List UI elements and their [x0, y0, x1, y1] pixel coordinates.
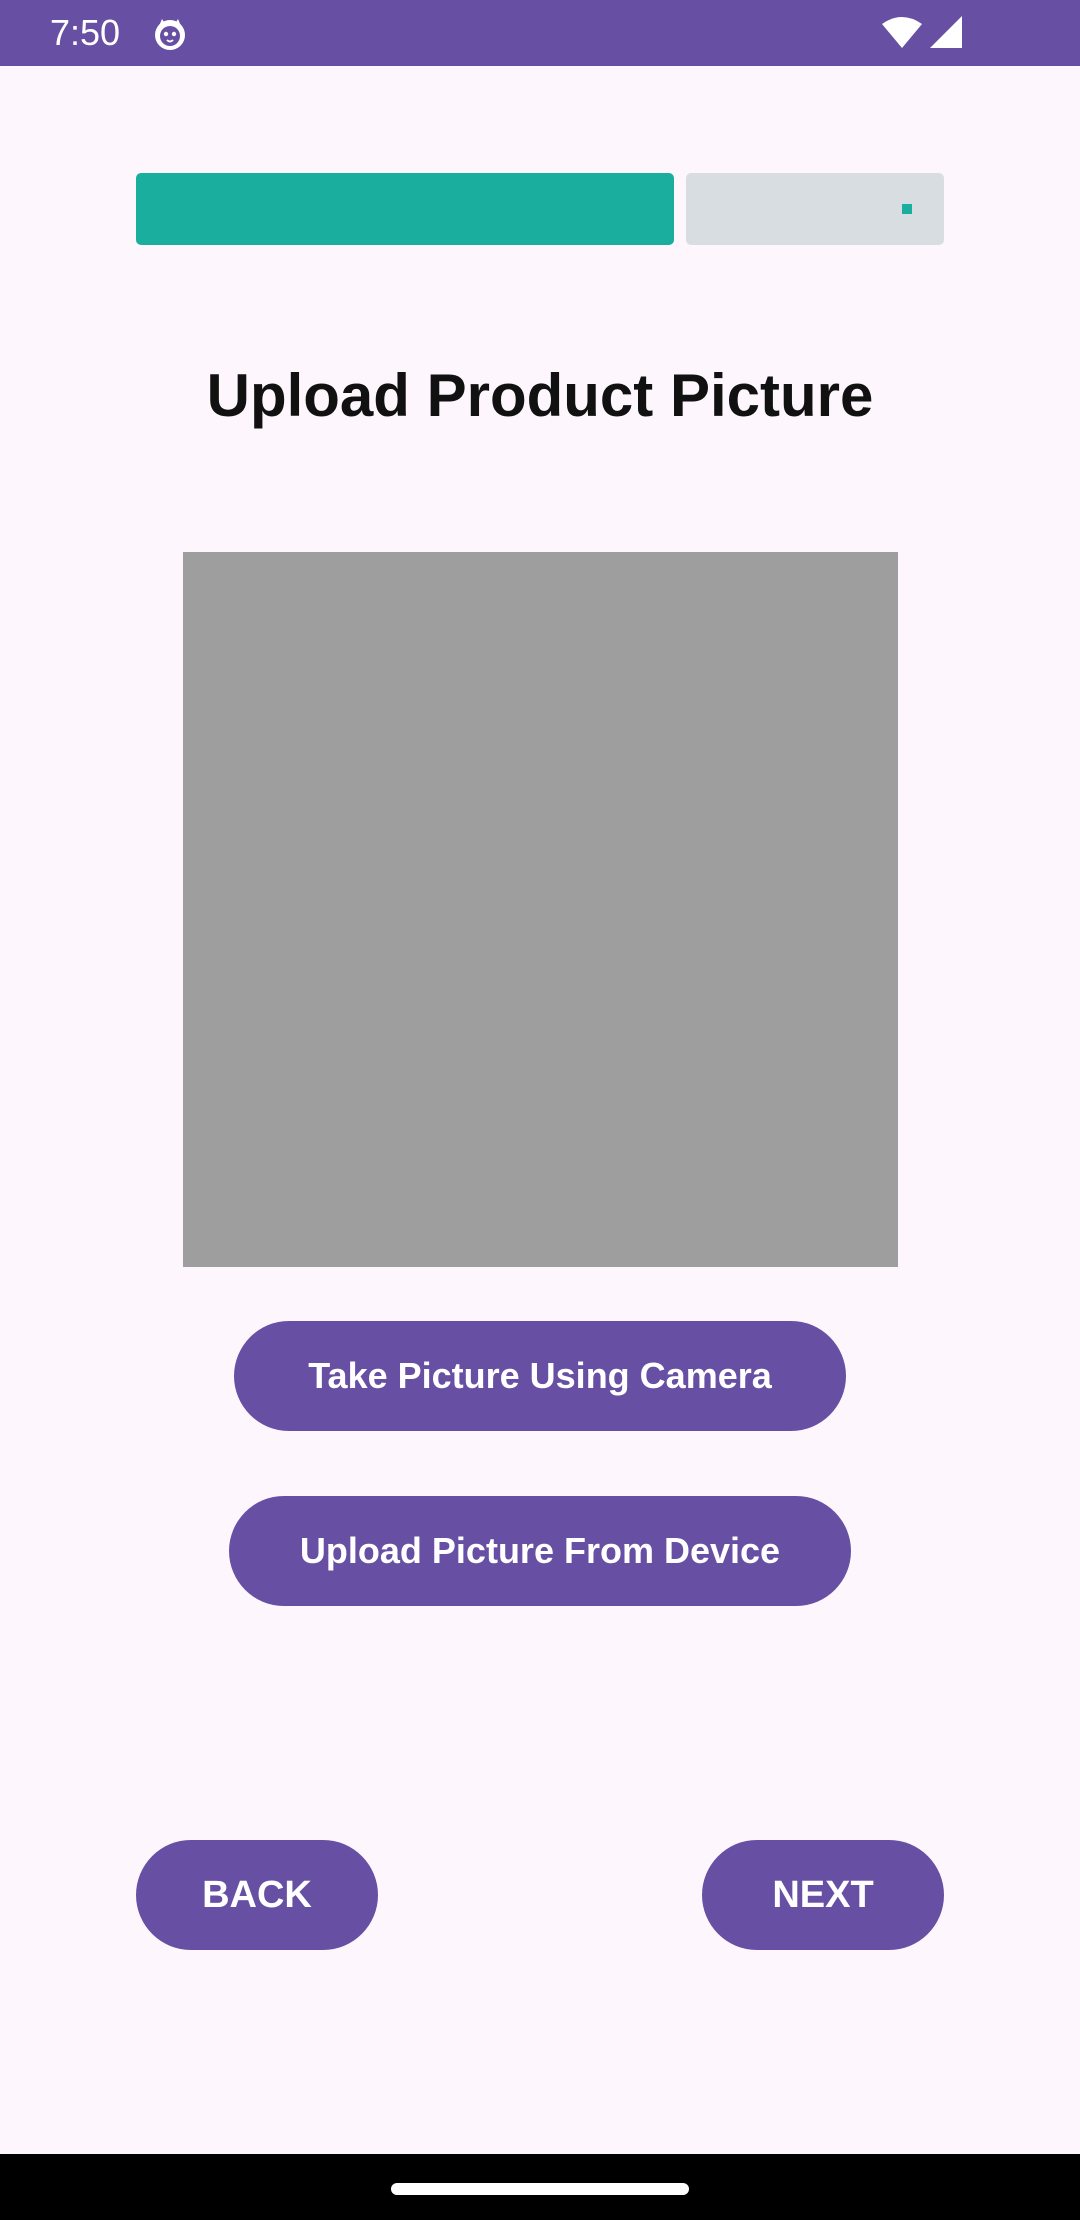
- progress-fill: [136, 173, 674, 245]
- upload-picture-button[interactable]: Upload Picture From Device: [229, 1496, 851, 1606]
- cellular-signal-icon: [928, 14, 964, 50]
- upload-progress-bar: [136, 173, 944, 245]
- wifi-icon: [880, 16, 924, 50]
- cat-notification-icon: [152, 16, 188, 52]
- navigation-bar: [0, 2154, 1080, 2220]
- progress-end-indicator: [902, 204, 912, 214]
- page-title: Upload Product Picture: [206, 362, 874, 429]
- status-time: 7:50: [50, 12, 121, 53]
- back-button[interactable]: BACK: [136, 1840, 378, 1950]
- take-picture-button[interactable]: Take Picture Using Camera: [234, 1321, 846, 1431]
- home-indicator[interactable]: [391, 2183, 689, 2195]
- product-image-preview: [183, 552, 898, 1267]
- status-bar: 7:50: [0, 0, 1080, 66]
- next-button[interactable]: NEXT: [702, 1840, 944, 1950]
